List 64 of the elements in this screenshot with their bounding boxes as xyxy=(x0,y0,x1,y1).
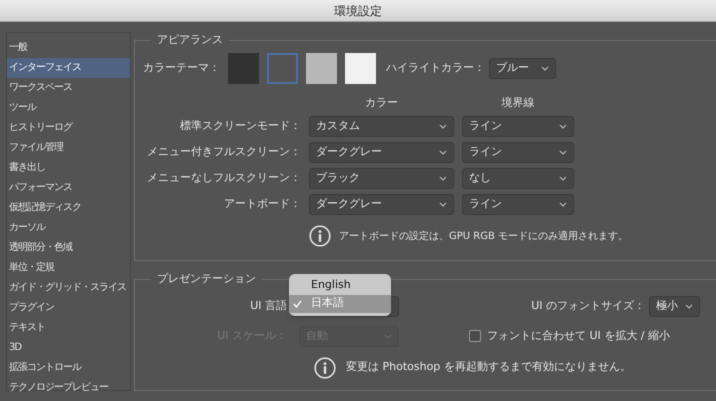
chevron-icon xyxy=(559,124,567,129)
column-header: カラー xyxy=(364,94,399,110)
chevron-icon xyxy=(439,150,447,155)
sidebar-item[interactable]: ファイル管理 xyxy=(7,138,130,158)
sidebar-item[interactable]: 単位・定規 xyxy=(7,258,130,278)
sidebar-item[interactable]: 透明部分・色域 xyxy=(7,238,130,258)
menu-item[interactable]: English xyxy=(289,276,391,294)
info-icon xyxy=(314,356,336,378)
sidebar-item[interactable]: テキスト xyxy=(7,318,130,338)
font-size-label: UI のフォントサイズ： xyxy=(531,298,645,314)
dropdown[interactable]: ブルー xyxy=(489,58,556,79)
sidebar-item[interactable]: ツール xyxy=(7,98,130,118)
row-label: アートボード： xyxy=(223,196,301,212)
sidebar-item[interactable]: 書き出し xyxy=(7,158,130,178)
dropdown[interactable]: ブラック xyxy=(309,168,454,189)
sidebar-item[interactable]: ワークスペース xyxy=(7,78,130,98)
dropdown[interactable]: ダークグレー xyxy=(309,194,454,215)
sidebar-item[interactable]: ヒストリーログ xyxy=(7,118,130,138)
dropdown[interactable]: ライン xyxy=(462,116,574,137)
checkbox-label: フォントに合わせて UI を拡大 / 縮小 xyxy=(487,328,670,344)
color-theme-label: カラーテーマ： xyxy=(143,60,220,76)
window-title: 環境設定 xyxy=(334,2,382,20)
dropdown[interactable]: なし xyxy=(462,168,574,189)
ui-language-label: UI 言語 xyxy=(249,298,287,314)
sidebar-item[interactable]: カーソル xyxy=(7,218,130,238)
chevron-icon xyxy=(559,150,567,155)
note-text: 変更は Photoshop を再起動するまで有効になりません。 xyxy=(346,359,631,376)
row-label: 標準スクリーンモード： xyxy=(179,118,301,134)
dropdown[interactable]: ライン xyxy=(462,142,574,163)
sidebar-item[interactable]: インターフェイス xyxy=(7,58,130,78)
sidebar-item[interactable]: テクノロジープレビュー xyxy=(7,378,130,398)
sidebar-item[interactable]: 一般 xyxy=(7,38,130,58)
chevron-icon xyxy=(384,334,392,338)
sidebar-item[interactable]: 3D xyxy=(7,338,130,358)
chevron-icon xyxy=(559,202,567,207)
note-text: アートボードの設定は、GPU RGB モードにのみ適用されます。 xyxy=(339,230,628,244)
highlight-color-label: ハイライトカラー： xyxy=(386,60,485,76)
theme-swatch[interactable] xyxy=(228,53,259,84)
theme-swatch[interactable] xyxy=(345,53,376,84)
dropdown[interactable]: 極小 xyxy=(649,296,700,316)
check-icon xyxy=(293,300,302,308)
chevron-icon xyxy=(541,66,549,71)
sidebar-item[interactable]: パフォーマンス xyxy=(7,178,130,198)
column-header: 境界線 xyxy=(500,94,536,110)
sidebar-item[interactable]: プラグイン xyxy=(7,298,130,318)
sidebar-item[interactable]: ガイド・グリッド・スライス xyxy=(7,278,130,298)
chevron-icon xyxy=(439,124,447,129)
chevron-icon xyxy=(439,202,447,207)
chevron-icon xyxy=(685,304,693,308)
chevron-icon xyxy=(439,176,447,181)
checkbox[interactable] xyxy=(469,330,481,342)
sidebar-item[interactable]: 拡張コントロール xyxy=(7,358,130,378)
theme-swatch[interactable] xyxy=(306,53,337,84)
dropdown[interactable]: ダークグレー xyxy=(309,142,454,163)
row-label: メニュー付きフルスクリーン： xyxy=(146,144,301,160)
sidebar-item[interactable]: 仮想記憶ディスク xyxy=(7,198,130,218)
dropdown[interactable]: カスタム xyxy=(309,116,454,137)
info-icon xyxy=(309,225,331,247)
row-label: メニューなしフルスクリーン： xyxy=(146,170,301,186)
chevron-icon xyxy=(559,176,567,181)
theme-swatch[interactable] xyxy=(267,53,298,84)
group-title: プレゼンテーション xyxy=(156,271,257,287)
group-title: アピアランス xyxy=(156,32,224,48)
dropdown[interactable]: ライン xyxy=(462,194,574,215)
